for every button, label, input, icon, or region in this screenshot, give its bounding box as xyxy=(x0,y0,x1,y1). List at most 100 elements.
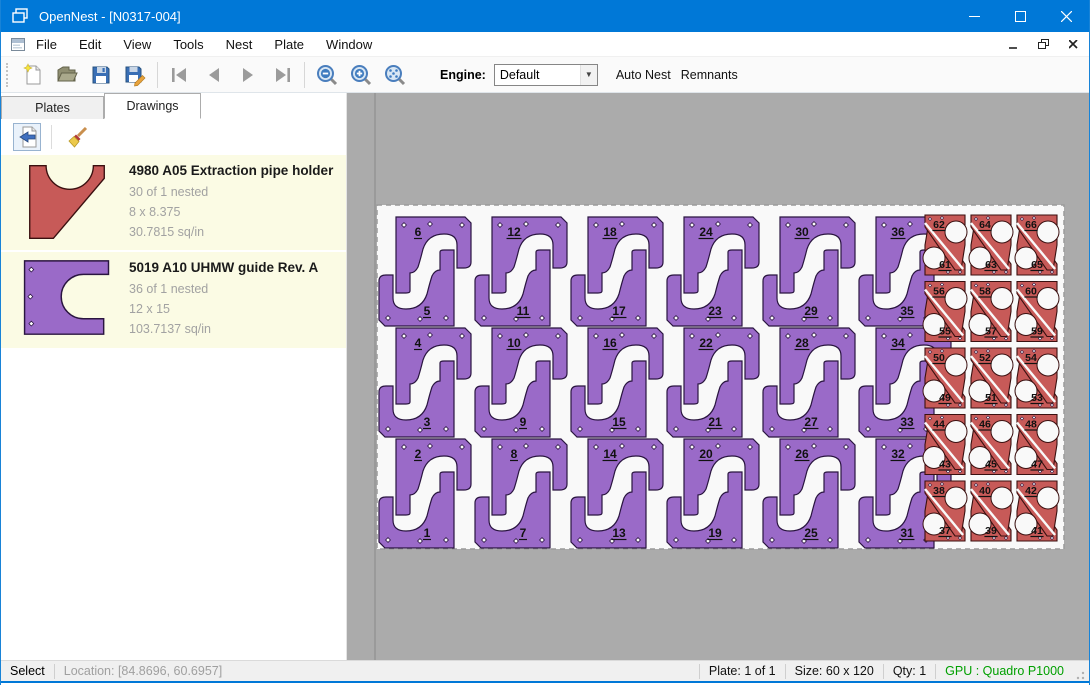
child-restore-button[interactable] xyxy=(1035,36,1051,52)
tab-plates[interactable]: Plates xyxy=(1,96,104,119)
part-number: 8 xyxy=(511,447,518,461)
panel-toolbar-separator xyxy=(51,125,52,149)
menu-edit[interactable]: Edit xyxy=(68,33,112,56)
status-qty: Qty: 1 xyxy=(893,664,926,678)
nest-cell-red[interactable]: 5049 xyxy=(923,348,967,408)
part-number: 25 xyxy=(804,526,818,540)
menu-file[interactable]: File xyxy=(25,33,68,56)
part-number: 61 xyxy=(939,259,951,271)
drawing-thumbnail-1 xyxy=(13,161,121,242)
document-window-icon[interactable] xyxy=(11,38,25,51)
nest-cell-red[interactable]: 5251 xyxy=(969,348,1013,408)
window-close-button[interactable] xyxy=(1043,0,1089,32)
part-number: 7 xyxy=(520,526,527,540)
part-number: 41 xyxy=(1031,525,1043,537)
part-number: 9 xyxy=(520,415,527,429)
status-gpu: GPU : Quadro P1000 xyxy=(945,664,1064,678)
nest-cell-red[interactable]: 5453 xyxy=(1015,348,1059,408)
save-button[interactable] xyxy=(84,60,118,90)
menu-tools[interactable]: Tools xyxy=(162,33,214,56)
toolbar-grip[interactable] xyxy=(6,63,10,87)
nest-cell-red[interactable]: 4443 xyxy=(923,415,967,475)
child-close-button[interactable] xyxy=(1065,36,1081,52)
nest-cell-red[interactable]: 3837 xyxy=(923,481,967,541)
resize-grip[interactable] xyxy=(1072,667,1086,681)
part-number: 36 xyxy=(891,225,905,239)
nest-cell-red[interactable]: 4847 xyxy=(1015,415,1059,475)
part-number: 11 xyxy=(517,304,530,318)
nest-cell-red[interactable]: 6059 xyxy=(1015,282,1059,342)
circular-cutout xyxy=(1037,487,1059,509)
circular-cutout xyxy=(991,487,1013,509)
drawing-nested-count: 36 of 1 nested xyxy=(129,279,336,299)
previous-plate-button[interactable] xyxy=(197,60,231,90)
circular-cutout xyxy=(945,487,967,509)
nest-cell-red[interactable]: 6463 xyxy=(969,215,1013,275)
next-plate-button[interactable] xyxy=(231,60,265,90)
part-number: 52 xyxy=(979,352,991,364)
window-maximize-button[interactable] xyxy=(997,0,1043,32)
menu-plate[interactable]: Plate xyxy=(263,33,315,56)
part-number: 53 xyxy=(1031,392,1043,404)
part-number: 60 xyxy=(1025,286,1037,298)
nest-cell-red[interactable]: 6665 xyxy=(1015,215,1059,275)
first-plate-button[interactable] xyxy=(163,60,197,90)
last-plate-button[interactable] xyxy=(265,60,299,90)
nest-cell-red[interactable]: 4039 xyxy=(969,481,1013,541)
import-arrow-icon xyxy=(15,125,39,149)
zoom-fit-button[interactable] xyxy=(378,60,412,90)
part-number: 2 xyxy=(415,447,422,461)
nest-cell-red[interactable]: 5857 xyxy=(969,282,1013,342)
menu-window[interactable]: Window xyxy=(315,33,383,56)
part-number: 43 xyxy=(939,459,951,471)
menu-view[interactable]: View xyxy=(112,33,162,56)
part-number: 10 xyxy=(507,336,521,350)
drawing-list: 4980 A05 Extraction pipe holder 30 of 1 … xyxy=(1,155,346,350)
part-number: 26 xyxy=(795,447,809,461)
part-number: 6 xyxy=(415,225,422,239)
nest-cell-red[interactable]: 4645 xyxy=(969,415,1013,475)
nest-canvas[interactable]: 6512111817242330293635431091615222128273… xyxy=(347,93,1089,660)
circular-cutout xyxy=(1037,354,1059,376)
child-minimize-button[interactable] xyxy=(1005,36,1021,52)
nest-cell-red[interactable]: 42 41 xyxy=(1015,481,1059,541)
clear-drawings-button[interactable] xyxy=(64,123,92,151)
auto-nest-button[interactable]: Auto Nest xyxy=(614,64,673,86)
tab-drawings[interactable]: Drawings xyxy=(104,93,201,119)
drawing-item-1[interactable]: 4980 A05 Extraction pipe holder 30 of 1 … xyxy=(1,155,346,252)
part-number: 35 xyxy=(900,304,914,318)
part-number: 42 xyxy=(1025,485,1037,497)
new-file-icon xyxy=(21,63,45,87)
engine-label: Engine: xyxy=(440,68,486,82)
nest-view[interactable]: 6512111817242330293635431091615222128273… xyxy=(347,93,1089,660)
window-minimize-button[interactable] xyxy=(951,0,997,32)
drawing-size: 8 x 8.375 xyxy=(129,202,336,222)
nest-cell-red[interactable]: 6261 xyxy=(923,215,967,275)
circular-cutout xyxy=(1037,421,1059,443)
remnants-button[interactable]: Remnants xyxy=(679,64,740,86)
part-number: 29 xyxy=(804,304,818,318)
new-file-button[interactable] xyxy=(16,60,50,90)
engine-select[interactable]: Default ▼ xyxy=(494,64,598,86)
purple-part-thumbnail xyxy=(20,258,115,340)
part-number: 49 xyxy=(939,392,951,404)
drawing-item-2[interactable]: 5019 A10 UHMW guide Rev. A 36 of 1 neste… xyxy=(1,252,346,350)
zoom-in-button[interactable] xyxy=(344,60,378,90)
drawing-area: 103.7137 sq/in xyxy=(129,319,336,339)
part-number: 19 xyxy=(708,526,722,540)
nest-cell-red[interactable]: 5655 xyxy=(923,282,967,342)
part-number: 38 xyxy=(933,485,945,497)
zoom-out-button[interactable] xyxy=(310,60,344,90)
part-number: 45 xyxy=(985,459,997,471)
import-drawing-button[interactable] xyxy=(13,123,41,151)
save-as-button[interactable] xyxy=(118,60,152,90)
zoom-fit-icon xyxy=(383,63,407,87)
part-number: 48 xyxy=(1025,419,1037,431)
open-file-button[interactable] xyxy=(50,60,84,90)
part-number: 58 xyxy=(979,286,991,298)
chevron-down-icon[interactable]: ▼ xyxy=(580,65,597,85)
part-number: 23 xyxy=(708,304,722,318)
menu-nest[interactable]: Nest xyxy=(215,33,264,56)
circular-cutout xyxy=(991,421,1013,443)
part-number: 24 xyxy=(699,225,713,239)
